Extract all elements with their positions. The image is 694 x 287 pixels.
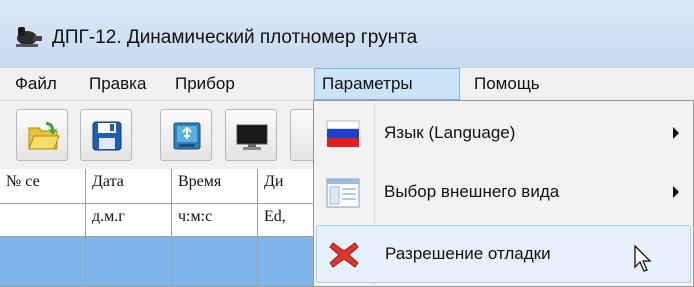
app-icon [16,27,42,47]
menu-file[interactable]: Файл [8,68,64,100]
menu-item-language[interactable]: Язык (Language) [316,105,691,163]
menu-device[interactable]: Прибор [168,68,242,100]
monitor-button[interactable] [225,109,277,161]
menu-item-language-label: Язык (Language) [384,123,516,142]
menu-item-debug-label: Разрешение отладки [385,244,551,263]
menu-parameters[interactable]: Параметры [314,68,460,100]
russian-flag-icon [326,120,360,147]
red-x-icon [329,242,359,268]
menu-item-appearance[interactable]: Выбор внешнего вида [316,164,691,222]
device-button[interactable] [160,109,212,161]
column-header-date[interactable]: Дата [86,169,172,204]
menu-help[interactable]: Помощь [467,68,547,100]
save-button[interactable] [80,109,132,161]
open-button[interactable] [16,109,68,161]
menu-bar: Файл Правка Прибор Параметры Помощь [0,68,694,101]
submenu-arrow-icon [673,186,679,198]
save-disk-icon [92,121,122,151]
unit-cell-time: ч:м:с [172,204,258,237]
column-header-session[interactable]: № се [0,169,86,204]
unit-cell-session [0,204,86,237]
usb-device-icon [173,122,201,150]
open-folder-icon [28,122,60,150]
mouse-pointer-icon [634,245,652,272]
app-window: ДПГ-12. Динамический плотномер грунта Фа… [0,0,694,287]
table-row-selected-cell[interactable] [172,237,258,287]
monitor-icon [236,124,268,150]
table-row-selected-cell[interactable] [0,237,86,287]
table-row-selected-cell[interactable] [86,237,172,287]
menu-item-appearance-label: Выбор внешнего вида [384,182,560,201]
menu-edit[interactable]: Правка [82,68,153,100]
column-header-time[interactable]: Время [172,169,258,204]
title-bar[interactable]: ДПГ-12. Динамический плотномер грунта [0,0,694,68]
submenu-arrow-icon [673,127,679,139]
window-layout-icon [326,178,360,208]
unit-cell-date: д.м.г [86,204,172,237]
window-title: ДПГ-12. Динамический плотномер грунта [52,27,418,48]
